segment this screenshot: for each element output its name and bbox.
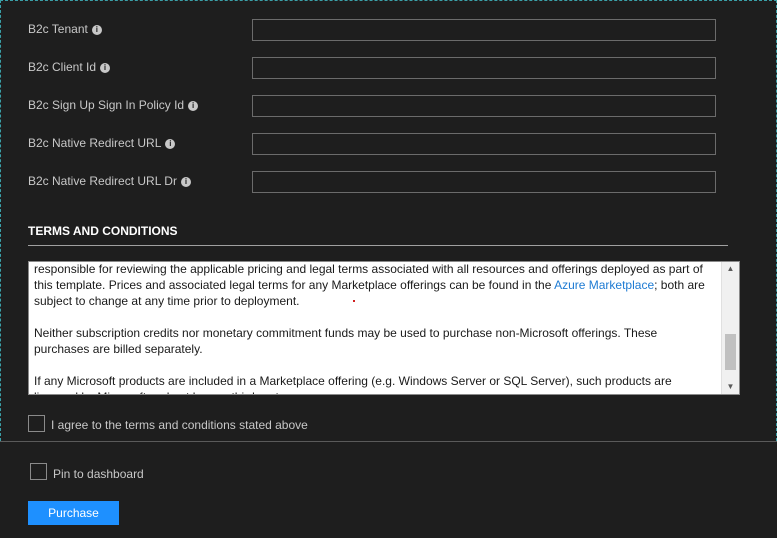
agree-checkbox[interactable] [28, 415, 45, 432]
stray-pixel [353, 300, 355, 302]
terms-text: responsible for reviewing the applicable… [34, 262, 714, 394]
pin-to-dashboard-label[interactable]: Pin to dashboard [53, 467, 144, 481]
terms-scrollbar[interactable]: ▲ ▼ [721, 262, 739, 394]
pin-to-dashboard-checkbox[interactable] [30, 463, 47, 480]
b2c-tenant-input[interactable] [252, 19, 716, 41]
scroll-up-arrow-icon[interactable]: ▲ [722, 262, 739, 276]
b2c-policy-id-input[interactable] [252, 95, 716, 117]
agree-label[interactable]: I agree to the terms and conditions stat… [51, 418, 308, 432]
info-icon[interactable]: i [188, 101, 199, 111]
field-label: B2c Tenant i [28, 22, 102, 36]
field-row-b2c-policy-id: B2c Sign Up Sign In Policy Id i [28, 95, 718, 119]
field-row-b2c-tenant: B2c Tenant i [28, 19, 718, 43]
info-icon[interactable]: i [165, 139, 176, 149]
info-icon[interactable]: i [100, 63, 111, 73]
b2c-redirect-url-dr-input[interactable] [252, 171, 716, 193]
field-row-b2c-redirect-url: B2c Native Redirect URL i [28, 133, 718, 157]
b2c-client-id-input[interactable] [252, 57, 716, 79]
field-label: B2c Sign Up Sign In Policy Id i [28, 98, 199, 112]
info-icon[interactable]: i [180, 177, 191, 187]
scroll-thumb[interactable] [725, 334, 736, 370]
footer-divider [0, 441, 777, 442]
azure-marketplace-link[interactable]: Azure Marketplace [554, 278, 654, 292]
terms-paragraph: If any Microsoft products are included i… [34, 374, 672, 394]
field-label: B2c Native Redirect URL Dr i [28, 174, 191, 188]
terms-paragraph: Neither subscription credits nor monetar… [34, 326, 658, 356]
field-row-b2c-client-id: B2c Client Id i [28, 57, 718, 81]
terms-paragraph: responsible for reviewing the applicable… [34, 262, 705, 308]
field-label: B2c Native Redirect URL i [28, 136, 176, 150]
purchase-button[interactable]: Purchase [28, 501, 119, 525]
info-icon[interactable]: i [91, 25, 102, 35]
field-label: B2c Client Id i [28, 60, 111, 74]
b2c-redirect-url-input[interactable] [252, 133, 716, 155]
terms-scroll-box[interactable]: responsible for reviewing the applicable… [28, 261, 740, 395]
section-divider [28, 245, 728, 246]
field-row-b2c-redirect-url-dr: B2c Native Redirect URL Dr i [28, 171, 718, 195]
terms-heading: TERMS AND CONDITIONS [28, 224, 178, 238]
scroll-down-arrow-icon[interactable]: ▼ [722, 380, 739, 394]
